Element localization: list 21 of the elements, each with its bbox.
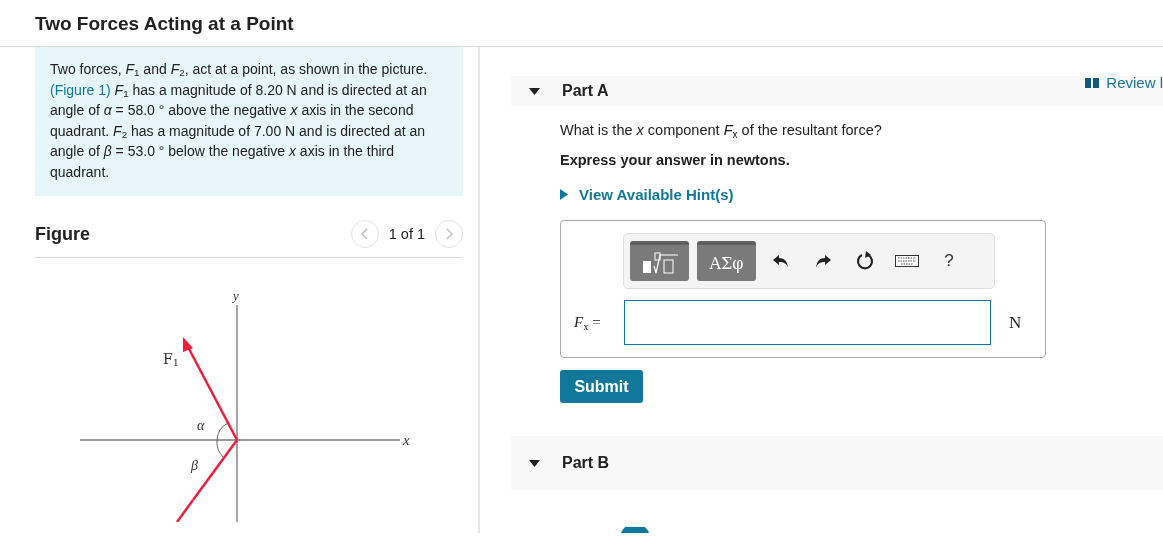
hint-link[interactable]: View Available Hint(s): [560, 186, 734, 203]
part-label: Part A: [562, 82, 609, 100]
axis-label: x: [403, 432, 410, 448]
page-counter: 1 of 1: [388, 226, 425, 242]
vector-label: F$_{1}$: [163, 352, 179, 366]
part-label: Part B: [562, 454, 610, 472]
part-header[interactable]: Part B: [511, 436, 1163, 490]
help-button[interactable]: ?: [932, 246, 966, 276]
angle-label: β: [191, 458, 198, 473]
answer-label: F$_{x}$ =: [574, 314, 602, 331]
problem-text: Two forces, F$_{1}$ and F$_{2}$, act at a point, as shown in the picture. (Figure 1) F$_{1}$ has a magnitude of 8.20 N and is directed at an angle of α = 58.0 ° above the negative x axis in the second quadrant. F$_{2}$ has a magnitude of 7.00 N and is directed at an angle of β = 53.0 ° below the negative x axis in the third quadrant.: [35, 47, 463, 196]
axis-label: y: [233, 288, 239, 303]
question-text: What is the x component F$_{x}$ of the resultant force?: [560, 122, 883, 138]
figure-link[interactable]: (Figure 1): [50, 81, 111, 98]
submit-button[interactable]: Submit: [560, 370, 643, 403]
review-link[interactable]: Review l: [1085, 74, 1163, 91]
unit-label: N: [1009, 312, 1022, 333]
angle-label: α: [197, 418, 205, 433]
figure-heading: Figure: [35, 223, 90, 245]
instruction-text: Express your answer in newtons.: [560, 152, 791, 168]
symbols-button[interactable]: ΑΣφ: [697, 241, 756, 281]
